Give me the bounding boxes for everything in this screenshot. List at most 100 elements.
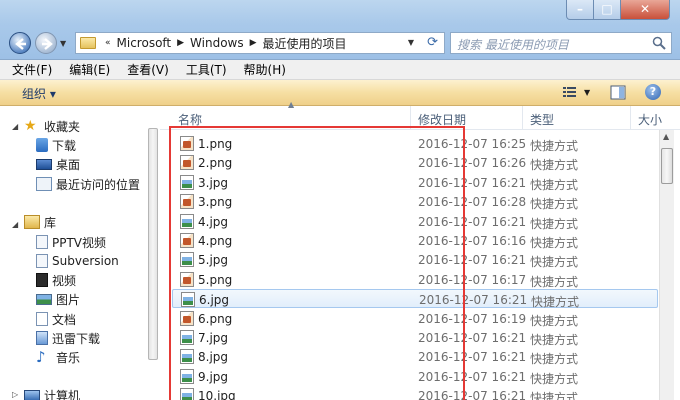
view-options-icon[interactable]	[562, 85, 578, 99]
nav-item-recent-places[interactable]: 最近访问的位置	[36, 175, 140, 193]
file-row[interactable]: 6.jpg 2016-12-07 16:21 快捷方式	[172, 289, 658, 309]
picture-icon	[36, 293, 52, 305]
file-list-scrollbar[interactable]: ▲	[659, 130, 674, 400]
file-type: 快捷方式	[530, 352, 579, 367]
file-row[interactable]: 3.jpg 2016-12-07 16:21 快捷方式	[172, 173, 658, 192]
column-name[interactable]: 名称	[178, 111, 202, 128]
png-shortcut-icon	[180, 155, 194, 171]
close-button[interactable]: ✕	[620, 0, 670, 20]
library-folder-icon	[36, 254, 48, 268]
back-button[interactable]	[9, 32, 31, 54]
arrow-right-icon	[42, 38, 53, 50]
file-row[interactable]: 5.png 2016-12-07 16:17 快捷方式	[172, 270, 658, 289]
file-type: 快捷方式	[530, 236, 579, 250]
download-folder-icon	[36, 138, 48, 152]
nav-item-videos[interactable]: 视频	[36, 271, 76, 289]
file-row[interactable]: 4.jpg 2016-12-07 16:21 快捷方式	[172, 212, 658, 231]
view-dropdown-icon[interactable]: ▼	[584, 88, 590, 97]
computer-icon	[24, 389, 40, 400]
search-icon[interactable]	[652, 36, 666, 50]
close-icon: ✕	[639, 2, 651, 16]
file-row[interactable]: 2.png 2016-12-07 16:26 快捷方式	[172, 153, 658, 172]
jpg-shortcut-icon	[180, 349, 194, 365]
file-row[interactable]: 1.png 2016-12-07 16:25 快捷方式	[172, 134, 658, 153]
file-name: 4.jpg	[198, 214, 229, 229]
nav-item-desktop-label: 桌面	[56, 157, 81, 172]
expand-favorites-icon[interactable]: ◢	[12, 122, 18, 131]
expand-computer-icon[interactable]: ▷	[12, 390, 18, 399]
menu-help[interactable]: 帮助(H)	[244, 61, 286, 78]
file-row[interactable]: 6.png 2016-12-07 16:19 快捷方式	[172, 309, 658, 328]
breadcrumb-microsoft[interactable]: Microsoft	[117, 36, 172, 50]
nav-favorites-label: 收藏夹	[44, 119, 81, 134]
maximize-icon: □	[601, 2, 613, 16]
file-row[interactable]: 5.jpg 2016-12-07 16:21 快捷方式	[172, 250, 658, 269]
file-row[interactable]: 7.jpg 2016-12-07 16:21 快捷方式	[172, 328, 658, 347]
jpg-shortcut-icon	[180, 368, 194, 384]
file-row[interactable]: 3.png 2016-12-07 16:28 快捷方式	[172, 192, 658, 211]
menu-edit[interactable]: 编辑(E)	[69, 61, 110, 78]
nav-item-music-label: 音乐	[56, 350, 81, 365]
maximize-button[interactable]: □	[593, 0, 621, 20]
address-bar[interactable]: « Microsoft ▶ Windows ▶ 最近使用的项目 ▼ ⟳	[75, 32, 445, 54]
chevron-right-icon[interactable]: ▶	[250, 38, 257, 48]
help-icon[interactable]: ?	[645, 84, 661, 100]
file-date: 2016-12-07 16:19	[418, 311, 527, 326]
scrollbar-thumb[interactable]	[661, 148, 673, 184]
file-row[interactable]: 8.jpg 2016-12-07 16:21 快捷方式	[172, 347, 658, 366]
file-date: 2016-12-07 16:16	[418, 234, 527, 248]
nav-item-pictures-label: 图片	[56, 292, 81, 307]
menu-tools[interactable]: 工具(T)	[186, 61, 227, 78]
refresh-icon[interactable]: ⟳	[427, 35, 438, 50]
file-row[interactable]: 4.png 2016-12-07 16:16 快捷方式	[172, 231, 658, 250]
file-name: 6.png	[198, 311, 233, 326]
scroll-up-icon[interactable]: ▲	[663, 132, 669, 141]
column-date[interactable]: 修改日期	[418, 111, 466, 128]
file-name: 7.jpg	[198, 331, 229, 345]
library-folder-icon	[36, 235, 48, 249]
file-date: 2016-12-07 16:26	[418, 156, 527, 171]
nav-item-thunder-downloads[interactable]: 迅雷下载	[36, 329, 100, 347]
chevron-right-icon[interactable]: ▶	[177, 38, 184, 48]
chevron-right-icon[interactable]: «	[105, 38, 111, 48]
address-dropdown-icon[interactable]: ▼	[408, 38, 414, 47]
file-type: 快捷方式	[530, 333, 579, 347]
forward-button[interactable]	[35, 32, 57, 54]
nav-item-pptv[interactable]: PPTV视频	[36, 233, 106, 251]
nav-computer[interactable]: 计算机	[24, 386, 80, 400]
expand-libraries-icon[interactable]: ◢	[12, 220, 18, 229]
file-name: 3.png	[198, 195, 233, 210]
breadcrumb-recent-items[interactable]: 最近使用的项目	[263, 35, 347, 52]
nav-pane-scrollbar[interactable]	[148, 128, 158, 360]
nav-item-desktop[interactable]: 桌面	[36, 155, 80, 173]
menu-file[interactable]: 文件(F)	[12, 61, 52, 78]
nav-libraries[interactable]: 库	[24, 213, 56, 231]
folder-icon	[80, 37, 96, 49]
png-shortcut-icon	[180, 136, 194, 151]
nav-favorites[interactable]: ★ 收藏夹	[24, 117, 80, 135]
nav-item-subversion[interactable]: Subversion	[36, 252, 119, 270]
file-row[interactable]: 10.jpg 2016-12-07 16:21 快捷方式	[172, 386, 658, 400]
history-dropdown-icon[interactable]: ▼	[60, 39, 66, 48]
file-type: 快捷方式	[530, 391, 579, 400]
column-type[interactable]: 类型	[530, 111, 554, 128]
nav-item-music[interactable]: ♪ 音乐	[36, 348, 80, 366]
menu-view[interactable]: 查看(V)	[127, 61, 169, 78]
search-placeholder: 搜索 最近使用的项目	[457, 38, 569, 52]
file-date: 2016-12-07 16:21	[418, 214, 527, 229]
column-divider[interactable]	[630, 106, 631, 130]
nav-item-pictures[interactable]: 图片	[36, 290, 80, 308]
organize-button[interactable]: 组织 ▾	[22, 85, 56, 102]
file-name: 4.png	[198, 234, 233, 248]
file-row[interactable]: 9.jpg 2016-12-07 16:21 快捷方式	[172, 367, 658, 386]
file-name: 9.jpg	[198, 369, 229, 384]
column-divider[interactable]	[410, 106, 411, 130]
breadcrumb-windows[interactable]: Windows	[190, 36, 244, 50]
column-size[interactable]: 大小	[638, 111, 662, 128]
search-box[interactable]: 搜索 最近使用的项目	[450, 32, 672, 54]
column-divider[interactable]	[522, 106, 523, 130]
preview-pane-icon[interactable]	[610, 85, 626, 101]
minimize-button[interactable]: –	[566, 0, 594, 20]
nav-item-documents[interactable]: 文档	[36, 310, 76, 328]
nav-item-downloads[interactable]: 下载	[36, 136, 76, 154]
